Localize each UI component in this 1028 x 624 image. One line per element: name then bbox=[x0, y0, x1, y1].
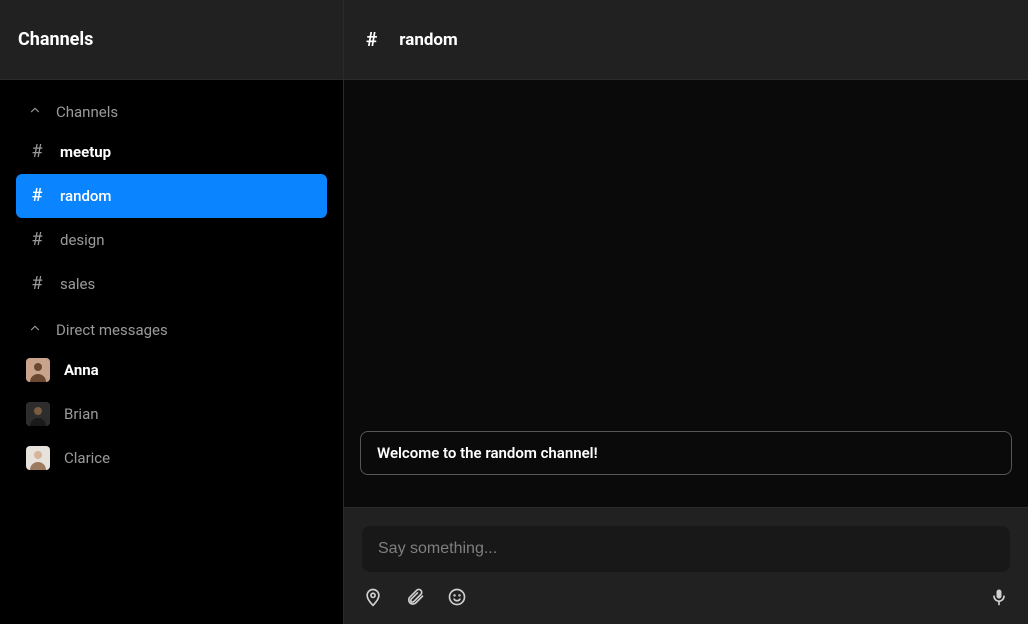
channel-item-random[interactable]: # random bbox=[16, 174, 327, 218]
paperclip-icon[interactable] bbox=[404, 586, 426, 608]
app-root: Channels Channels # meetup # random bbox=[0, 0, 1028, 624]
nav-section-dms: Direct messages Anna Brian bbox=[16, 312, 327, 480]
nav-section-channels: Channels # meetup # random # design # sa… bbox=[16, 94, 327, 306]
hash-icon: # bbox=[366, 28, 377, 51]
composer-input[interactable] bbox=[362, 526, 1010, 572]
avatar bbox=[26, 402, 50, 426]
chevron-up-icon bbox=[28, 103, 42, 121]
dm-label: Brian bbox=[64, 405, 99, 423]
dm-label: Clarice bbox=[64, 449, 110, 467]
dm-item-clarice[interactable]: Clarice bbox=[16, 436, 327, 480]
chevron-up-icon bbox=[28, 321, 42, 339]
channel-item-design[interactable]: # design bbox=[16, 218, 327, 262]
dm-item-brian[interactable]: Brian bbox=[16, 392, 327, 436]
hash-icon: # bbox=[30, 275, 44, 293]
smile-icon[interactable] bbox=[446, 586, 468, 608]
hash-icon: # bbox=[30, 231, 44, 249]
avatar bbox=[26, 358, 50, 382]
section-header-dms[interactable]: Direct messages bbox=[16, 312, 327, 348]
sidebar-header: Channels bbox=[0, 0, 343, 80]
dm-item-anna[interactable]: Anna bbox=[16, 348, 327, 392]
welcome-text: Welcome to the random channel! bbox=[377, 444, 598, 462]
channel-item-meetup[interactable]: # meetup bbox=[16, 130, 327, 174]
main-header: # random bbox=[344, 0, 1028, 80]
dm-label: Anna bbox=[64, 361, 99, 379]
section-header-label: Direct messages bbox=[56, 321, 168, 339]
welcome-banner: Welcome to the random channel! bbox=[360, 431, 1012, 475]
main: # random Welcome to the random channel! bbox=[344, 0, 1028, 624]
section-header-channels[interactable]: Channels bbox=[16, 94, 327, 130]
composer-toolbar bbox=[362, 586, 1010, 608]
channel-label: random bbox=[60, 187, 112, 205]
channel-label: meetup bbox=[60, 143, 111, 161]
hash-icon: # bbox=[30, 187, 44, 205]
microphone-icon[interactable] bbox=[988, 586, 1010, 608]
channel-title: random bbox=[399, 30, 457, 50]
message-area: Welcome to the random channel! bbox=[344, 80, 1028, 507]
hash-icon: # bbox=[30, 143, 44, 161]
channel-label: sales bbox=[60, 275, 95, 293]
location-pin-icon[interactable] bbox=[362, 586, 384, 608]
section-header-label: Channels bbox=[56, 103, 118, 121]
composer bbox=[344, 507, 1028, 624]
channel-label: design bbox=[60, 231, 105, 249]
channel-item-sales[interactable]: # sales bbox=[16, 262, 327, 306]
sidebar-title: Channels bbox=[18, 29, 93, 50]
avatar bbox=[26, 446, 50, 470]
sidebar: Channels Channels # meetup # random bbox=[0, 0, 344, 624]
sidebar-body: Channels # meetup # random # design # sa… bbox=[0, 80, 343, 624]
